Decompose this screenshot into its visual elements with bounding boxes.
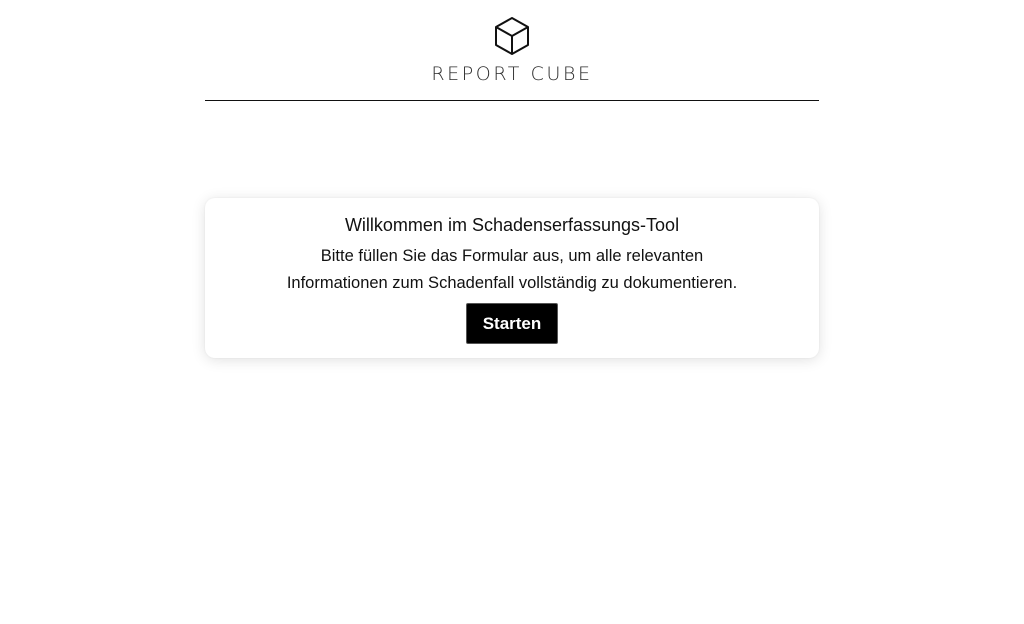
welcome-title: Willkommen im Schadenserfassungs-Tool [344,215,680,235]
welcome-description: Bitte füllen Sie das Formular aus, um al… [205,243,819,297]
brand-name: REPORT CUBE [431,63,593,85]
welcome-card: Willkommen im Schadenserfassungs-Tool Bi… [205,198,819,358]
welcome-description-line2: Informationen zum Schadenfall vollständi… [286,274,738,292]
welcome-description-line1: Bitte füllen Sie das Formular aus, um al… [320,247,704,265]
header-divider [205,100,819,101]
page: REPORT CUBE Willkommen im Schadenserfass… [0,0,1024,624]
start-button[interactable]: Starten [465,303,559,344]
cube-icon [495,17,529,55]
brand-header: REPORT CUBE [0,16,1024,85]
